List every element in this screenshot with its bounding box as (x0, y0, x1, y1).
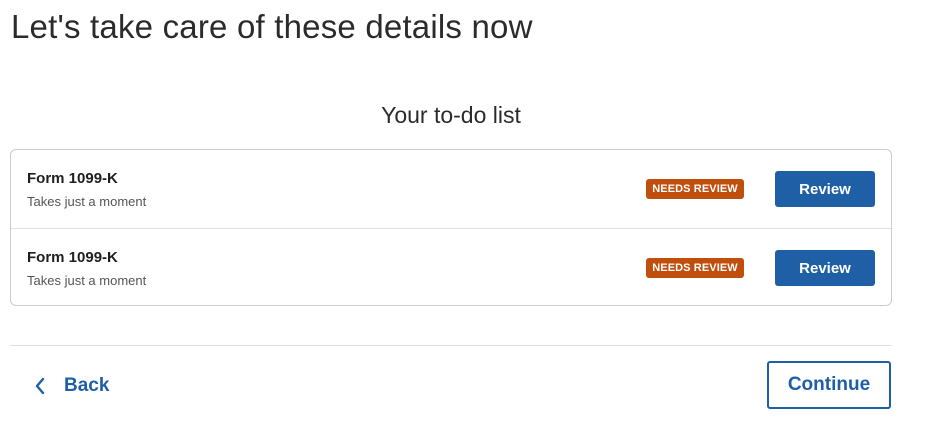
todo-item: Form 1099-K Takes just a moment NEEDS RE… (11, 150, 891, 228)
todo-list-title: Your to-do list (381, 102, 521, 128)
todo-item-subtitle: Takes just a moment (27, 273, 147, 288)
todo-item: Form 1099-K Takes just a moment NEEDS RE… (11, 228, 891, 306)
todo-item-title: Form 1099-K (27, 249, 118, 266)
page: Let's take care of these details now You… (0, 0, 929, 435)
status-badge: NEEDS REVIEW (646, 258, 744, 278)
continue-button[interactable]: Continue (767, 361, 891, 409)
todo-list: Form 1099-K Takes just a moment NEEDS RE… (10, 149, 892, 306)
todo-item-subtitle: Takes just a moment (27, 194, 147, 209)
status-badge: NEEDS REVIEW (646, 179, 744, 199)
footer-divider (10, 345, 891, 346)
review-button[interactable]: Review (775, 171, 875, 207)
todo-item-title: Form 1099-K (27, 170, 118, 187)
page-title: Let's take care of these details now (11, 8, 533, 45)
review-button[interactable]: Review (775, 250, 875, 286)
back-button[interactable]: Back (34, 372, 109, 400)
back-label: Back (64, 375, 110, 396)
chevron-left-icon (34, 377, 46, 395)
